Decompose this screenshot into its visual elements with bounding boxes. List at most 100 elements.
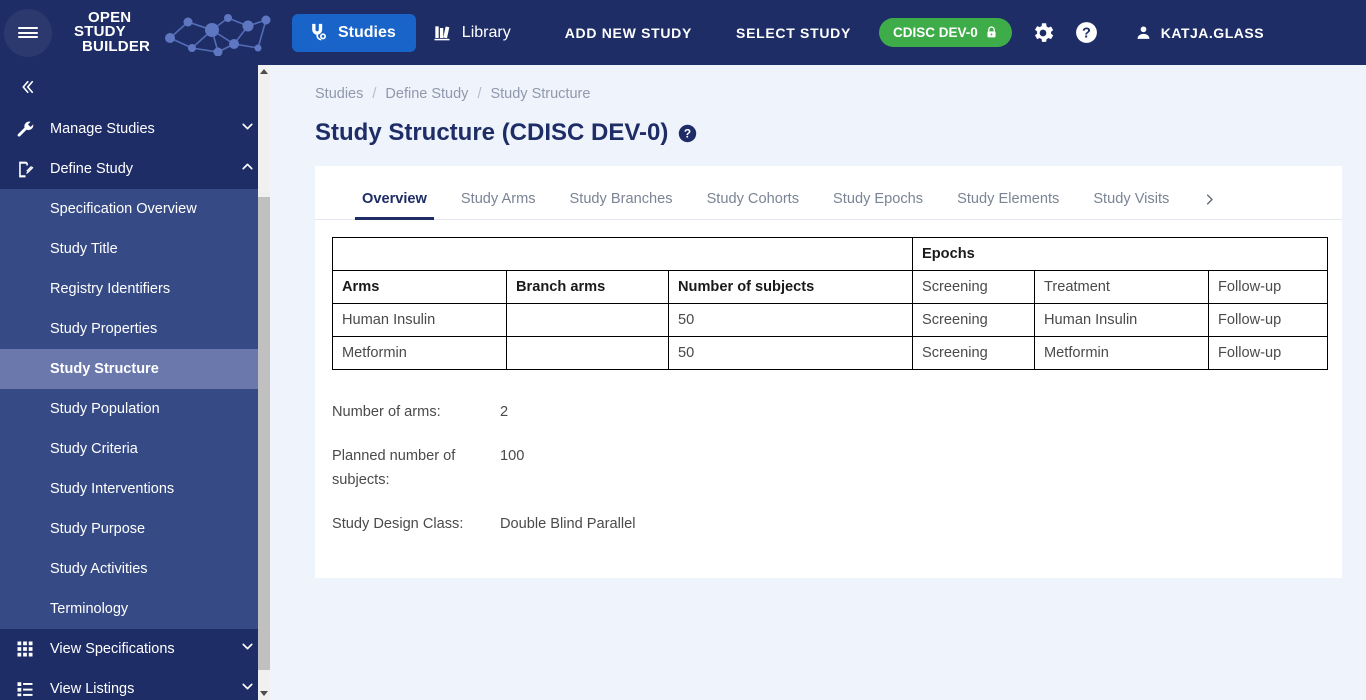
question-circle-icon: ? xyxy=(679,124,697,142)
cell-epoch-treatment: Metformin xyxy=(1034,336,1210,370)
table-row: Metformin 50 Screening Metformin Follow-… xyxy=(332,336,1329,370)
sidebar-item-terminology[interactable]: Terminology xyxy=(0,589,270,629)
sidebar-subitems-define-study: Specification Overview Study Title Regis… xyxy=(0,189,270,629)
page-title: Study Structure (CDISC DEV-0) ? xyxy=(282,102,1366,147)
breadcrumb-item-studies[interactable]: Studies xyxy=(315,86,363,102)
hamburger-icon xyxy=(18,25,38,41)
user-menu-button[interactable]: KATJA.GLASS xyxy=(1135,24,1264,41)
scrollbar-up-arrow[interactable] xyxy=(258,65,270,78)
sidebar-item-registry-identifiers[interactable]: Registry Identifiers xyxy=(0,269,270,309)
tab-study-branches[interactable]: Study Branches xyxy=(553,191,690,219)
sidebar-item-label: Study Purpose xyxy=(50,521,146,537)
column-header-arms: Arms xyxy=(332,270,507,304)
page-help-button[interactable]: ? xyxy=(678,124,697,143)
list-icon xyxy=(16,680,50,698)
add-new-study-button[interactable]: ADD NEW STUDY xyxy=(551,16,706,50)
wrench-icon xyxy=(16,120,50,139)
sidebar-group-view-listings[interactable]: View Listings xyxy=(0,669,270,700)
sidebar-group-label: Define Study xyxy=(50,161,134,177)
sidebar-group-define-study[interactable]: Define Study xyxy=(0,149,270,189)
column-header-epoch-screening: Screening xyxy=(912,270,1036,304)
sidebar-item-specification-overview[interactable]: Specification Overview xyxy=(0,189,270,229)
column-header-branch-arms: Branch arms xyxy=(506,270,669,304)
chevron-up-icon xyxy=(239,158,256,180)
nav-studies-label: Studies xyxy=(338,23,396,41)
sidebar-item-study-structure[interactable]: Study Structure xyxy=(0,349,270,389)
nav-library-button[interactable]: Library xyxy=(416,14,527,52)
sidebar-group-label: View Listings xyxy=(50,681,135,697)
group-header-blank xyxy=(331,237,914,271)
summary-label: Number of arms: xyxy=(332,404,441,420)
breadcrumb-item-study-structure[interactable]: Study Structure xyxy=(490,86,590,102)
scrollbar-down-arrow[interactable] xyxy=(258,687,270,700)
cell-epoch-screening: Screening xyxy=(912,336,1036,370)
select-study-button[interactable]: SELECT STUDY xyxy=(722,16,865,50)
tab-study-visits[interactable]: Study Visits xyxy=(1076,191,1186,219)
tab-overview[interactable]: Overview xyxy=(345,191,444,220)
sidebar-navigation: Manage Studies Define Study Specificatio… xyxy=(0,65,270,700)
main-content: Studies / Define Study / Study Structure… xyxy=(282,65,1366,700)
app-logo[interactable]: OPEN STUDY BUILDER xyxy=(74,0,274,65)
top-app-bar: OPEN STUDY BUILDER Studies Library ADD N… xyxy=(0,0,1366,65)
sidebar-item-label: Registry Identifiers xyxy=(50,281,171,297)
grid-apps-icon xyxy=(16,640,50,658)
sidebar-item-study-population[interactable]: Study Population xyxy=(0,389,270,429)
nav-studies-button[interactable]: Studies xyxy=(292,13,416,52)
cell-branch xyxy=(506,336,669,370)
document-edit-icon xyxy=(16,160,50,179)
sidebar-item-label: Study Population xyxy=(50,401,160,417)
tab-study-elements[interactable]: Study Elements xyxy=(940,191,1076,219)
chevron-double-left-icon xyxy=(22,80,34,94)
tabs-scroll-next-button[interactable] xyxy=(1192,191,1227,219)
gear-icon xyxy=(1034,22,1053,42)
breadcrumb-item-define-study[interactable]: Define Study xyxy=(385,86,468,102)
svg-text:?: ? xyxy=(1082,26,1091,42)
settings-button[interactable] xyxy=(1030,20,1056,46)
sidebar-collapse-button[interactable] xyxy=(0,65,270,109)
sidebar-group-label: View Specifications xyxy=(50,641,175,657)
question-circle-icon: ? xyxy=(1075,22,1097,43)
tab-study-epochs[interactable]: Study Epochs xyxy=(816,191,940,219)
sidebar-group-manage-studies[interactable]: Manage Studies xyxy=(0,109,270,149)
summary-value: 100 xyxy=(500,448,525,464)
tab-study-cohorts[interactable]: Study Cohorts xyxy=(690,191,816,219)
nav-library-label: Library xyxy=(461,23,511,41)
chevron-down-icon xyxy=(239,118,256,140)
cell-epoch-followup: Follow-up xyxy=(1208,303,1329,337)
breadcrumb-separator: / xyxy=(477,86,482,102)
sidebar-scrollbar[interactable] xyxy=(258,65,270,700)
sidebar-item-study-interventions[interactable]: Study Interventions xyxy=(0,469,270,509)
scrollbar-thumb[interactable] xyxy=(258,197,270,670)
current-study-badge[interactable]: CDISC DEV-0 xyxy=(879,18,1012,47)
content-card: Overview Study Arms Study Branches Study… xyxy=(315,166,1342,578)
column-header-epoch-treatment: Treatment xyxy=(1034,270,1210,304)
hamburger-menu-button[interactable] xyxy=(4,8,52,57)
tab-study-arms[interactable]: Study Arms xyxy=(444,191,553,219)
sidebar-item-study-purpose[interactable]: Study Purpose xyxy=(0,509,270,549)
sidebar-item-study-criteria[interactable]: Study Criteria xyxy=(0,429,270,469)
cell-epoch-screening: Screening xyxy=(912,303,1036,337)
study-structure-table: Epochs Arms Branch arms Number of subjec… xyxy=(331,237,1329,370)
breadcrumb: Studies / Define Study / Study Structure xyxy=(282,65,1366,102)
person-icon xyxy=(1137,26,1150,39)
cell-arm: Human Insulin xyxy=(332,303,507,337)
sidebar-item-label: Specification Overview xyxy=(50,201,197,217)
cell-subjects: 50 xyxy=(667,336,914,370)
column-header-epoch-followup: Follow-up xyxy=(1208,270,1329,304)
sidebar-group-view-specifications[interactable]: View Specifications xyxy=(0,629,270,669)
sidebar-group-label: Manage Studies xyxy=(50,121,155,137)
help-button[interactable]: ? xyxy=(1074,20,1099,45)
sidebar-item-label: Study Interventions xyxy=(50,481,175,497)
breadcrumb-separator: / xyxy=(372,86,377,102)
sidebar-item-label: Study Activities xyxy=(50,561,148,577)
sidebar-item-study-activities[interactable]: Study Activities xyxy=(0,549,270,589)
cell-epoch-followup: Follow-up xyxy=(1208,336,1329,370)
study-summary: Number of arms: 2 Planned number of subj… xyxy=(315,370,1342,536)
sidebar-item-label: Study Structure xyxy=(50,361,159,377)
sidebar-item-study-title[interactable]: Study Title xyxy=(0,229,270,269)
sidebar-item-study-properties[interactable]: Study Properties xyxy=(0,309,270,349)
page-title-text: Study Structure (CDISC DEV-0) xyxy=(315,119,669,146)
structure-table-wrapper: Epochs Arms Branch arms Number of subjec… xyxy=(315,220,1342,370)
summary-value: Double Blind Parallel xyxy=(500,516,636,532)
table-header-row: Arms Branch arms Number of subjects Scre… xyxy=(332,270,1329,304)
